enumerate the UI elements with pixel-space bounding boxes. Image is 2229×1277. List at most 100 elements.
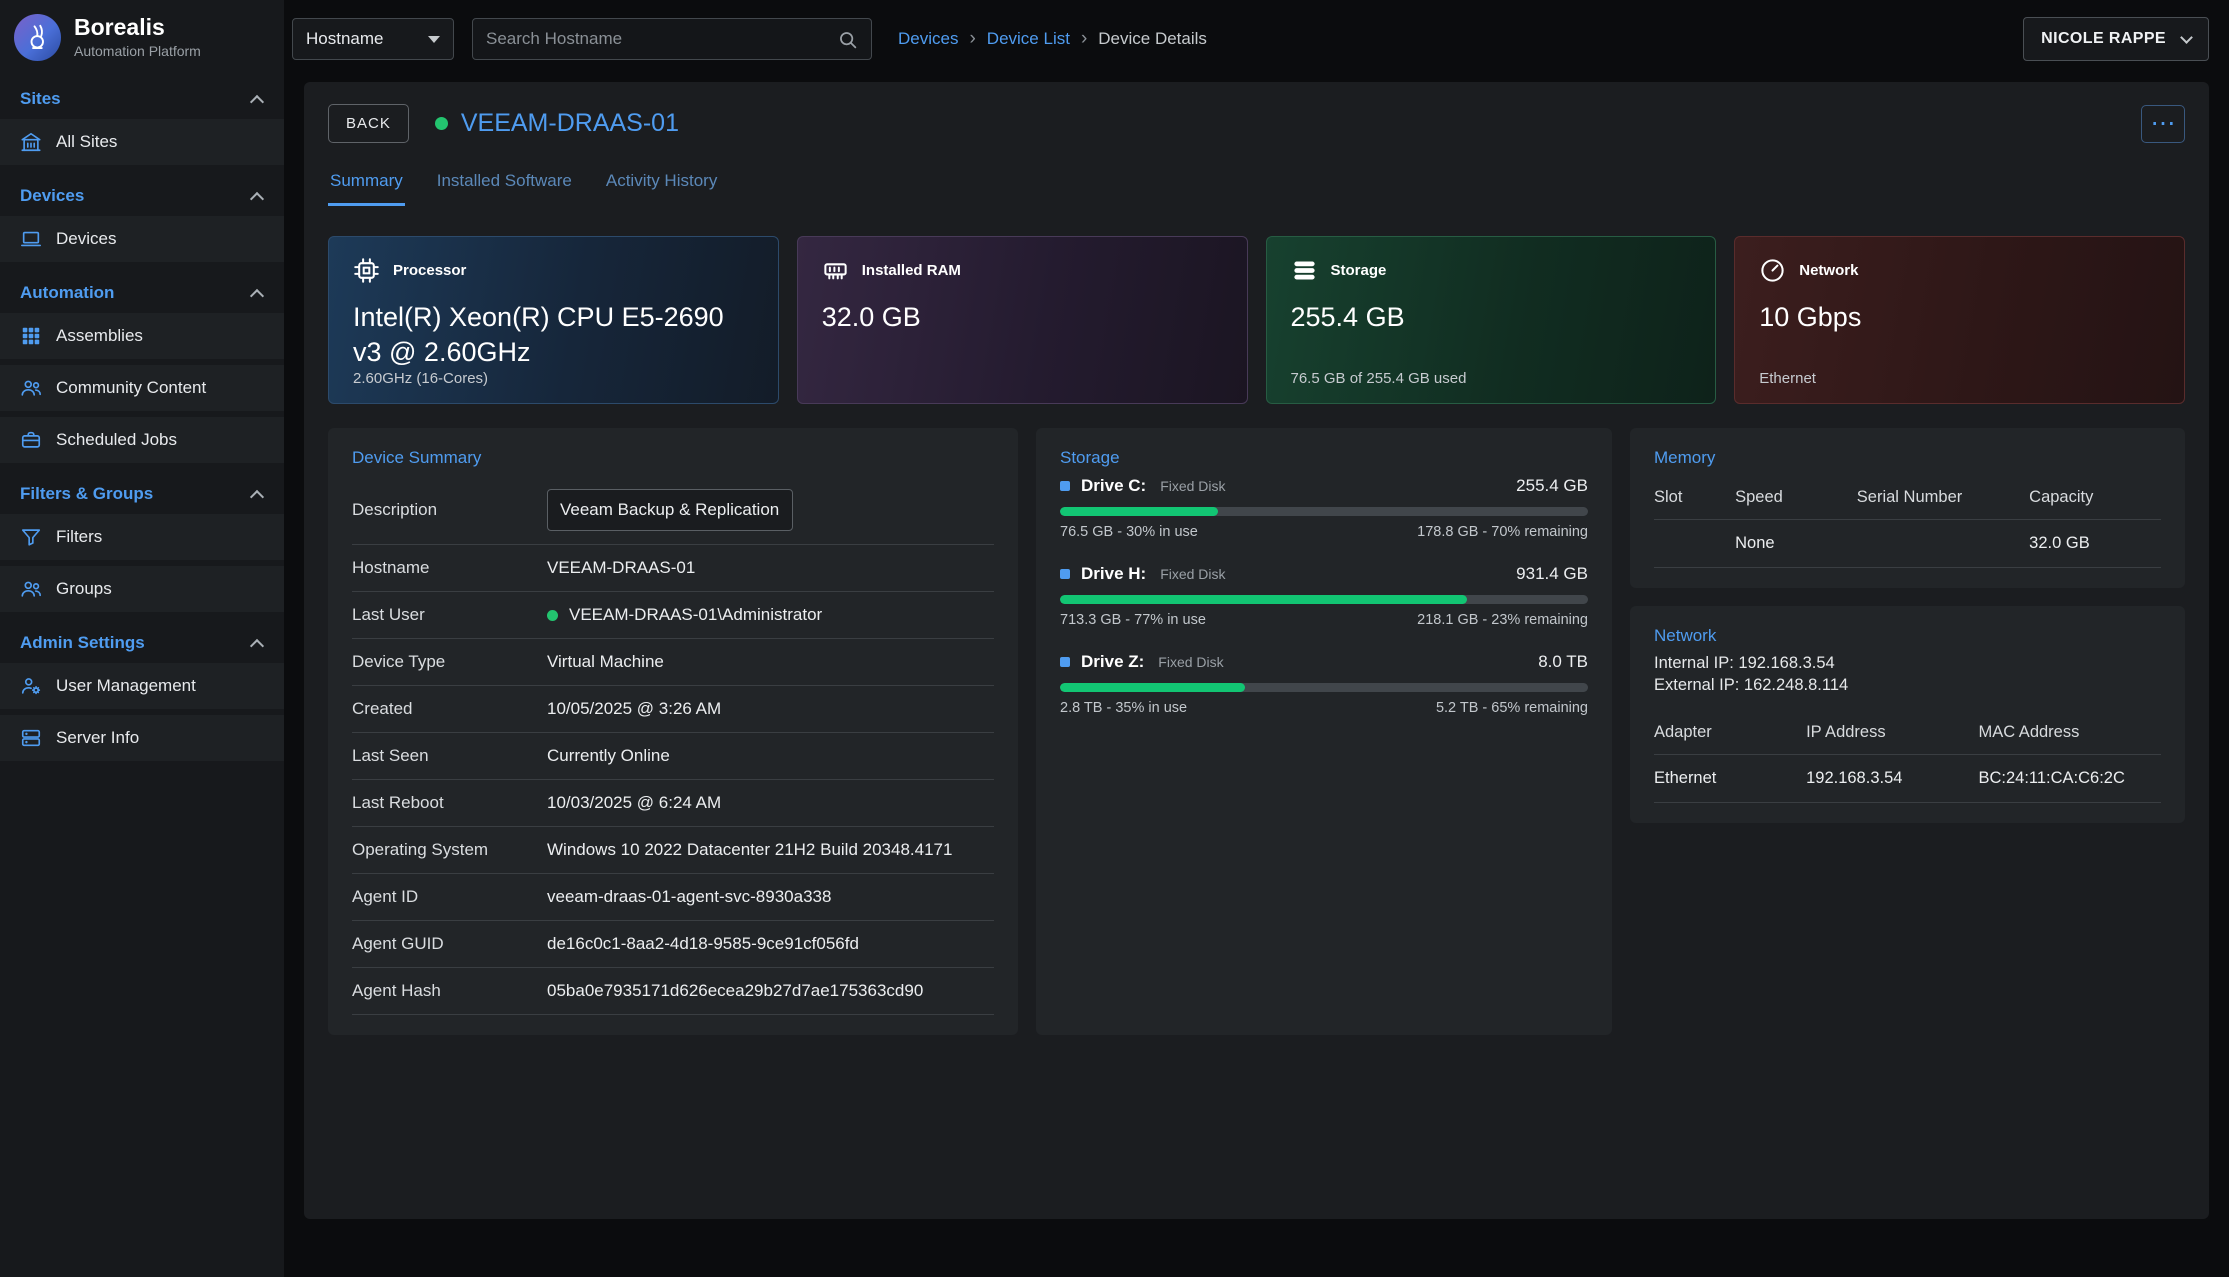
description-input[interactable] [547,489,793,531]
tab-summary[interactable]: Summary [328,163,405,206]
more-options-button[interactable]: ⋯ [2141,105,2185,143]
sidebar-item-all-sites[interactable]: All Sites [0,119,284,165]
memory-slot [1654,520,1735,568]
memory-col-capacity: Capacity [2029,476,2161,520]
caret-down-icon [428,36,440,43]
sidebar-item-label: Assemblies [56,326,143,346]
stat-card-network: Network 10 Gbps Ethernet [1734,236,2185,404]
sidebar-section-admin-settings[interactable]: Admin Settings [0,618,284,663]
network-card: Network Internal IP: 192.168.3.54 Extern… [1630,606,2185,823]
borealis-logo [14,14,61,61]
disks-icon [1291,257,1318,284]
drive-remaining-text: 218.1 GB - 23% remaining [1417,612,1588,628]
drive-name: Drive Z: [1081,652,1144,672]
external-ip-line: External IP: 162.248.8.114 [1654,676,2161,695]
drive-used-text: 2.8 TB - 35% in use [1060,700,1187,716]
ram-icon [822,257,849,284]
drive-used-text: 76.5 GB - 30% in use [1060,524,1198,540]
stat-card-footer: Ethernet [1759,370,1816,387]
stat-card-value: 32.0 GB [822,300,1223,335]
sidebar-item-assemblies[interactable]: Assemblies [0,313,284,359]
memory-col-speed: Speed [1735,476,1857,520]
user-name: NICOLE RAPPE [2041,30,2166,48]
sidebar-item-label: User Management [56,676,196,696]
topbar: Hostname Devices › Device List › Device … [284,0,2229,78]
user-menu-button[interactable]: NICOLE RAPPE [2023,17,2209,61]
drive-size: 255.4 GB [1516,476,1588,496]
sidebar-item-user-management[interactable]: User Management [0,663,284,709]
summary-row-operating-system: Operating System Windows 10 2022 Datacen… [352,827,994,874]
chevron-up-icon [250,489,264,503]
summary-row-agent-id: Agent ID veeam-draas-01-agent-svc-8930a3… [352,874,994,921]
summary-row-value: VEEAM-DRAAS-01\Administrator [569,605,822,625]
sidebar-section-sites[interactable]: Sites [0,74,284,119]
summary-row-label: Device Type [352,652,547,672]
sidebar-section-automation[interactable]: Automation [0,268,284,313]
sidebar-item-filters[interactable]: Filters [0,514,284,560]
summary-row-hostname: Hostname VEEAM-DRAAS-01 [352,545,994,592]
stat-card-footer: 2.60GHz (16-Cores) [353,370,488,387]
network-col-ip: IP Address [1806,711,1978,755]
breadcrumb-devices[interactable]: Devices [898,29,958,49]
sidebar-section-devices[interactable]: Devices [0,171,284,216]
sidebar-item-scheduled-jobs[interactable]: Scheduled Jobs [0,417,284,463]
summary-row-label: Last Seen [352,746,547,766]
chevron-up-icon [250,638,264,652]
stat-card-value: Intel(R) Xeon(R) CPU E5-2690 v3 @ 2.60GH… [353,300,754,370]
summary-row-label: Last Reboot [352,793,547,813]
drive-row-c: Drive C: Fixed Disk 255.4 GB 76.5 GB - 3… [1060,476,1588,540]
back-button[interactable]: BACK [328,104,409,143]
summary-row-label: Agent Hash [352,981,547,1001]
stat-card-processor: Processor Intel(R) Xeon(R) CPU E5-2690 v… [328,236,779,404]
summary-row-value: Windows 10 2022 Datacenter 21H2 Build 20… [547,840,952,860]
stat-card-label: Network [1799,262,1858,279]
memory-col-slot: Slot [1654,476,1735,520]
chevron-up-icon [250,94,264,108]
search-input[interactable] [486,29,837,49]
sidebar-item-devices[interactable]: Devices [0,216,284,262]
stat-card-value: 10 Gbps [1759,300,2160,335]
summary-row-label: Agent ID [352,887,547,907]
drive-size: 8.0 TB [1538,652,1588,672]
drive-name: Drive H: [1081,564,1146,584]
tab-activity-history[interactable]: Activity History [604,163,719,206]
sidebar-item-label: Devices [56,229,116,249]
sidebar-item-label: Groups [56,579,112,599]
tab-bar: Summary Installed Software Activity Hist… [328,163,2185,206]
stat-card-footer: 76.5 GB of 255.4 GB used [1291,370,1467,387]
tab-installed-software[interactable]: Installed Software [435,163,574,206]
memory-table: Slot Speed Serial Number Capacity None [1654,476,2161,568]
sidebar-section-label: Filters & Groups [20,484,153,504]
brand-name: Borealis [74,15,201,40]
sidebar-section-label: Sites [20,89,61,109]
stat-card-header: Installed RAM [822,257,1223,284]
drive-name: Drive C: [1081,476,1146,496]
search-icon[interactable] [837,29,858,50]
breadcrumb-device-list[interactable]: Device List [987,29,1070,49]
stat-card-label: Installed RAM [862,262,961,279]
summary-row-label: Created [352,699,547,719]
internal-ip-value: 192.168.3.54 [1738,654,1834,672]
drive-used-text: 713.3 GB - 77% in use [1060,612,1206,628]
sidebar-item-community-content[interactable]: Community Content [0,365,284,411]
sidebar-item-label: Filters [56,527,102,547]
breadcrumb: Devices › Device List › Device Details [898,28,1207,50]
card-title: Network [1654,626,2161,646]
external-ip-value: 162.248.8.114 [1744,676,1848,694]
card-title: Storage [1060,448,1588,468]
right-column: Memory Slot Speed Serial Number Capacity [1630,428,2185,823]
stat-card-label: Processor [393,262,466,279]
page-title: VEEAM-DRAAS-01 [461,109,679,138]
drive-bullet-icon [1060,481,1070,491]
summary-row-value: 10/05/2025 @ 3:26 AM [547,699,721,719]
sidebar-item-groups[interactable]: Groups [0,566,284,612]
network-adapter: Ethernet [1654,755,1806,803]
sidebar-section-filters-groups[interactable]: Filters & Groups [0,469,284,514]
search-field-dropdown[interactable]: Hostname [292,18,454,60]
dropdown-selected-value: Hostname [306,29,383,49]
grid-icon [20,325,42,347]
summary-row-value: 10/03/2025 @ 6:24 AM [547,793,721,813]
internal-ip-line: Internal IP: 192.168.3.54 [1654,654,2161,673]
drive-type: Fixed Disk [1160,566,1225,582]
sidebar-item-server-info[interactable]: Server Info [0,715,284,761]
